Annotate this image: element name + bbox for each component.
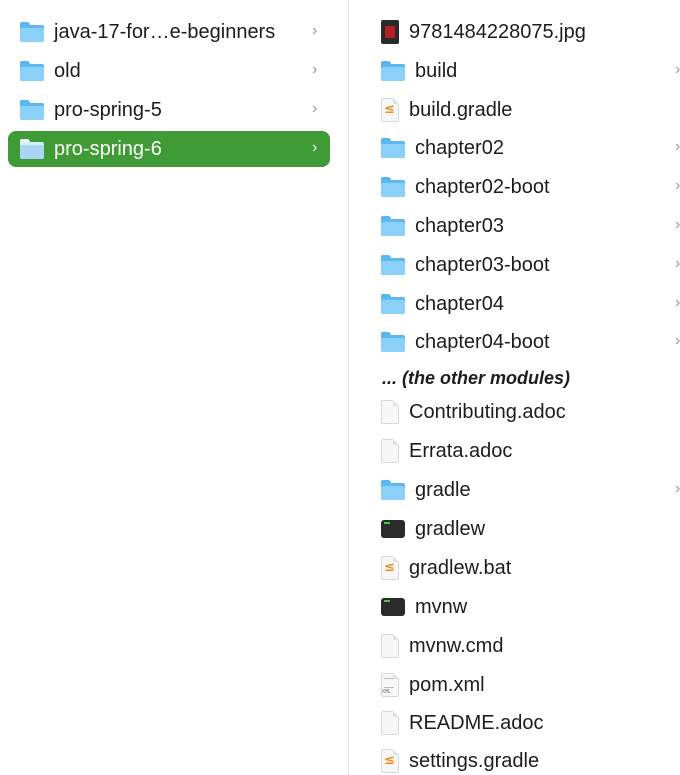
file-item-label: gradlew.bat — [409, 557, 512, 579]
file-item-label: mvnw — [415, 596, 468, 618]
folder-icon — [20, 61, 44, 81]
folder-icon — [381, 216, 405, 236]
folder-item-label: chapter02 — [415, 137, 504, 159]
folder-item-old[interactable]: old › — [8, 54, 330, 88]
file-item-errata[interactable]: Errata.adoc — [349, 434, 680, 468]
chevron-right-icon: › — [675, 480, 680, 497]
folder-icon — [381, 177, 405, 197]
file-item-build-gradle[interactable]: ≤ build.gradle — [349, 93, 680, 127]
document-icon — [381, 400, 399, 424]
folder-item-chapter02[interactable]: chapter02 › — [349, 131, 680, 165]
folder-icon — [381, 294, 405, 314]
chevron-right-icon: › — [675, 61, 680, 78]
file-item-readme[interactable]: README.adoc — [349, 706, 680, 740]
folder-item-label: pro-spring-6 — [54, 138, 162, 160]
chevron-right-icon: › — [675, 255, 680, 272]
file-item-settings-gradle[interactable]: ≤ settings.gradle — [349, 744, 680, 775]
file-item-label: Errata.adoc — [409, 440, 513, 462]
chevron-right-icon: › — [312, 139, 318, 156]
folder-item-pro-spring-6[interactable]: pro-spring-6 › — [8, 131, 330, 167]
xml-file-icon: XML — [381, 673, 399, 697]
chevron-right-icon: › — [312, 61, 318, 78]
folder-item-label: old — [54, 60, 81, 82]
folder-item-chapter04[interactable]: chapter04 › — [349, 287, 680, 321]
folder-icon — [381, 480, 405, 500]
folder-item-label: chapter03-boot — [415, 254, 550, 276]
folder-icon — [381, 255, 405, 275]
folder-item-label: chapter04 — [415, 293, 504, 315]
file-item-pom-xml[interactable]: XML pom.xml — [349, 668, 680, 702]
file-item-label: 9781484228075.jpg — [409, 21, 586, 43]
chevron-right-icon: › — [675, 177, 680, 194]
file-item-label: mvnw.cmd — [409, 635, 504, 657]
file-item-jpg[interactable]: 9781484228075.jpg — [349, 15, 680, 49]
image-thumbnail-icon — [381, 20, 399, 44]
folder-item-java-17-for-beginners[interactable]: java-17-for…e-beginners › — [8, 15, 330, 49]
folder-icon — [20, 139, 44, 159]
folder-item-chapter02-boot[interactable]: chapter02-boot › — [349, 170, 680, 204]
document-icon — [381, 439, 399, 463]
document-icon — [381, 711, 399, 735]
parent-folder-column: java-17-for…e-beginners › old › pro-spri… — [0, 0, 348, 775]
file-item-label: README.adoc — [409, 712, 544, 734]
folder-item-label: gradle — [415, 479, 471, 501]
file-item-mvnw-cmd[interactable]: mvnw.cmd — [349, 629, 680, 663]
gradle-file-icon: ≤ — [381, 749, 399, 773]
chevron-right-icon: › — [675, 332, 680, 349]
file-item-label: pom.xml — [409, 674, 485, 696]
folder-icon — [381, 332, 405, 352]
folder-item-label: pro-spring-5 — [54, 99, 162, 121]
folder-item-chapter03-boot[interactable]: chapter03-boot › — [349, 248, 680, 282]
folder-item-build[interactable]: build › — [349, 54, 680, 88]
file-item-label: build.gradle — [409, 99, 513, 121]
folder-item-label: java-17-for…e-beginners — [54, 21, 276, 43]
terminal-file-icon — [381, 520, 405, 538]
other-modules-note: ... (the other modules) — [382, 368, 571, 388]
chevron-right-icon: › — [675, 138, 680, 155]
folder-item-pro-spring-5[interactable]: pro-spring-5 › — [8, 93, 330, 127]
file-item-label: Contributing.adoc — [409, 401, 566, 423]
file-item-gradlew[interactable]: gradlew — [349, 512, 680, 546]
gradle-file-icon: ≤ — [381, 98, 399, 122]
folder-item-chapter03[interactable]: chapter03 › — [349, 209, 680, 243]
folder-icon — [20, 22, 44, 42]
folder-icon — [20, 100, 44, 120]
file-item-contributing[interactable]: Contributing.adoc — [349, 395, 680, 429]
file-item-label: gradlew — [415, 518, 486, 540]
chevron-right-icon: › — [312, 22, 318, 39]
folder-item-gradle[interactable]: gradle › — [349, 473, 680, 507]
file-item-mvnw[interactable]: mvnw — [349, 590, 680, 624]
folder-item-chapter04-boot[interactable]: chapter04-boot › — [349, 325, 680, 359]
folder-item-label: chapter04-boot — [415, 331, 550, 353]
gradle-file-icon: ≤ — [381, 556, 399, 580]
folder-contents-column: 9781484228075.jpg build › ≤ build.gradle… — [349, 0, 680, 775]
chevron-right-icon: › — [675, 294, 680, 311]
folder-item-label: chapter03 — [415, 215, 504, 237]
file-item-gradlew-bat[interactable]: ≤ gradlew.bat — [349, 551, 680, 585]
folder-icon — [381, 61, 405, 81]
chevron-right-icon: › — [675, 216, 680, 233]
file-item-label: settings.gradle — [409, 750, 540, 772]
folder-item-label: chapter02-boot — [415, 176, 550, 198]
folder-icon — [381, 138, 405, 158]
document-icon — [381, 634, 399, 658]
folder-item-label: build — [415, 60, 458, 82]
terminal-file-icon — [381, 598, 405, 616]
chevron-right-icon: › — [312, 100, 318, 117]
